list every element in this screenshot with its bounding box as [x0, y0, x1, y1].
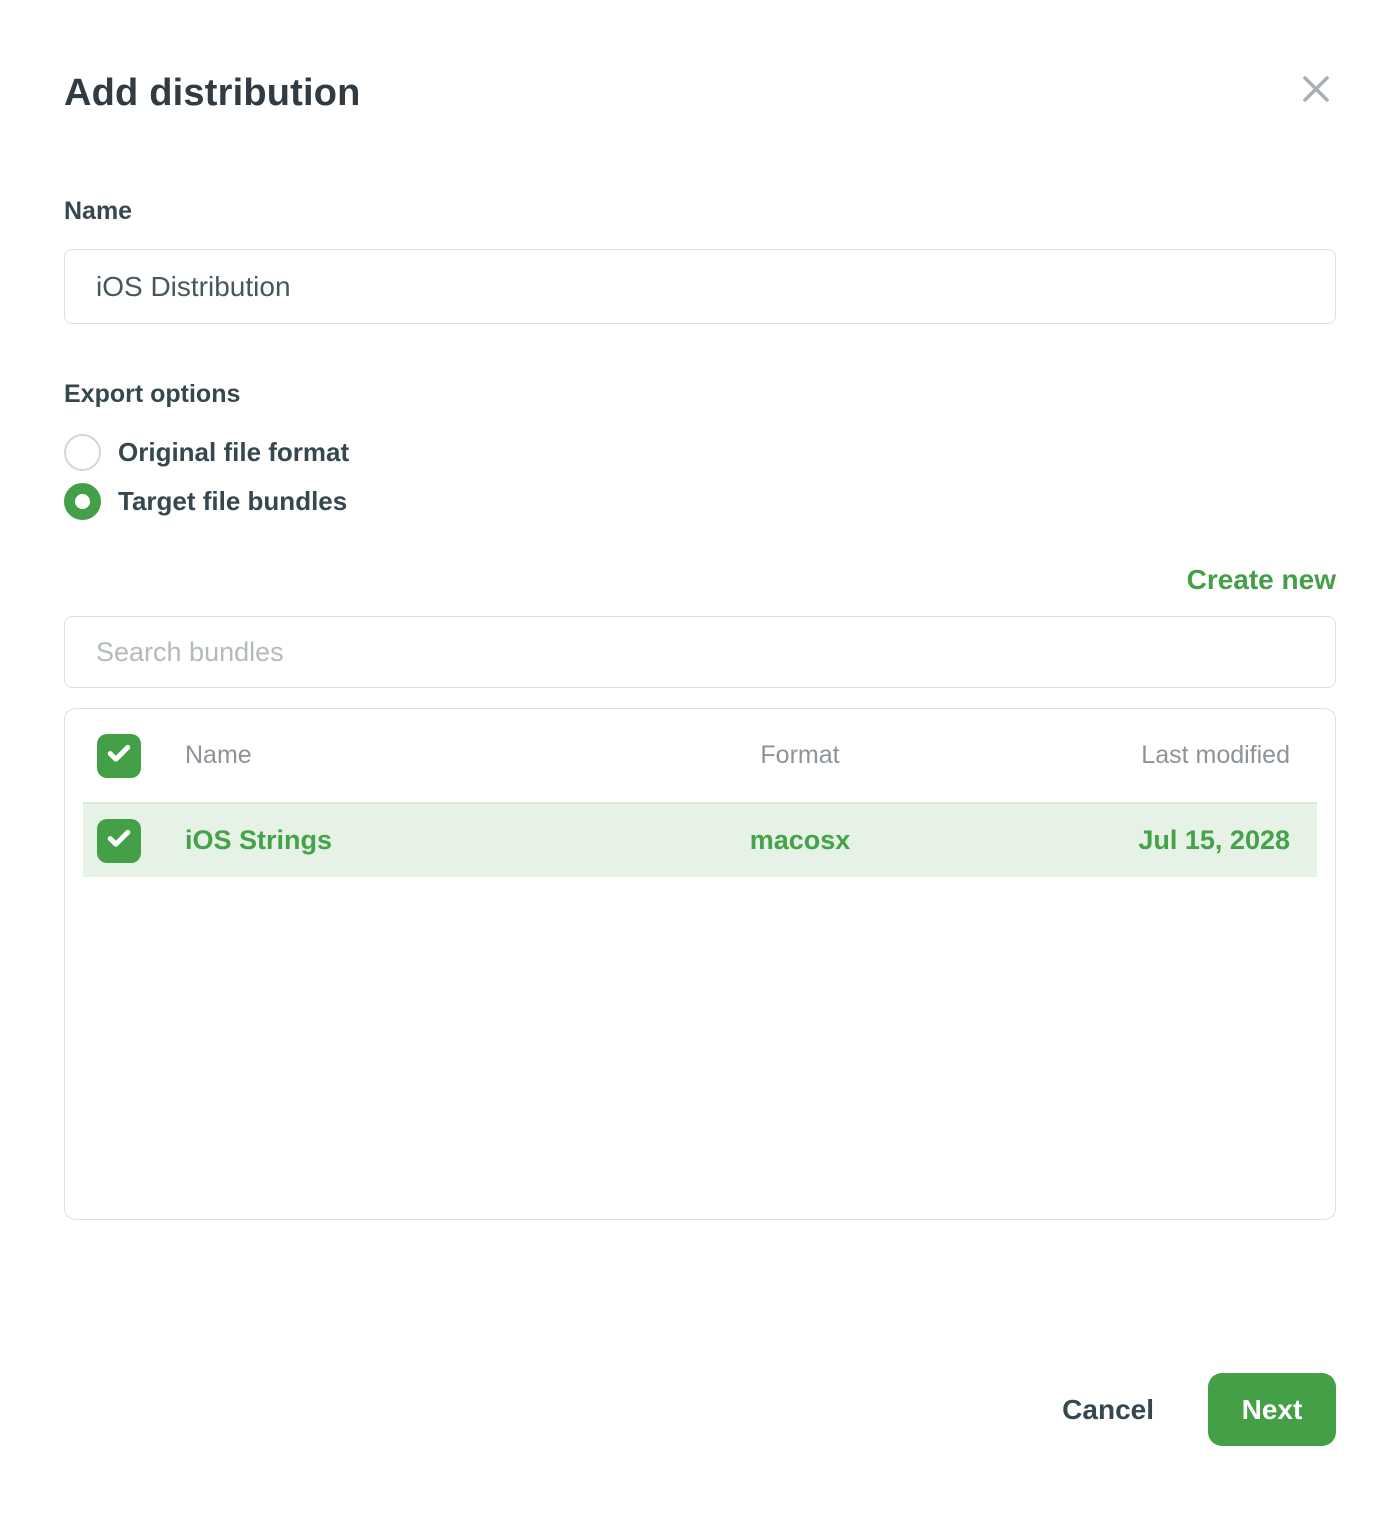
radio-target-file-bundles[interactable]: Target file bundles [64, 483, 1336, 520]
row-bundle-name: iOS Strings [185, 825, 675, 856]
dialog-title: Add distribution [64, 72, 1336, 115]
close-button[interactable] [1294, 68, 1338, 112]
add-distribution-dialog: Add distribution Name Export options Ori… [0, 0, 1400, 1510]
radio-original-file-format[interactable]: Original file format [64, 434, 1336, 471]
cancel-button[interactable]: Cancel [1062, 1394, 1154, 1426]
name-label: Name [64, 197, 1336, 226]
create-new-link[interactable]: Create new [1187, 564, 1336, 595]
header-last-modified: Last modified [925, 741, 1335, 770]
select-all-checkbox[interactable] [97, 734, 141, 778]
name-input[interactable] [64, 249, 1336, 324]
header-format: Format [675, 741, 925, 770]
next-button[interactable]: Next [1208, 1373, 1336, 1446]
create-new-row: Create new [64, 564, 1336, 596]
row-checkbox-cell [83, 819, 185, 863]
header-name: Name [185, 741, 675, 770]
table-row-ios-strings[interactable]: iOS Strings macosx Jul 15, 2028 [83, 802, 1317, 877]
close-icon [1298, 71, 1334, 110]
check-icon [104, 738, 134, 773]
radio-unselected-icon[interactable] [64, 434, 101, 471]
row-bundle-last-modified: Jul 15, 2028 [925, 825, 1317, 856]
row-bundle-format: macosx [675, 825, 925, 856]
radio-label: Original file format [118, 437, 349, 468]
radio-label: Target file bundles [118, 486, 347, 517]
search-bundles-input[interactable] [64, 616, 1336, 688]
radio-selected-icon[interactable] [64, 483, 101, 520]
bundles-table: Name Format Last modified iOS Strings ma… [64, 708, 1336, 1220]
export-options-label: Export options [64, 380, 1336, 409]
header-checkbox-cell [65, 734, 185, 778]
bundles-table-header: Name Format Last modified [65, 709, 1335, 802]
row-checkbox[interactable] [97, 819, 141, 863]
export-options-group: Original file format Target file bundles [64, 434, 1336, 520]
dialog-footer: Cancel Next [64, 1373, 1336, 1446]
check-icon [104, 823, 134, 858]
